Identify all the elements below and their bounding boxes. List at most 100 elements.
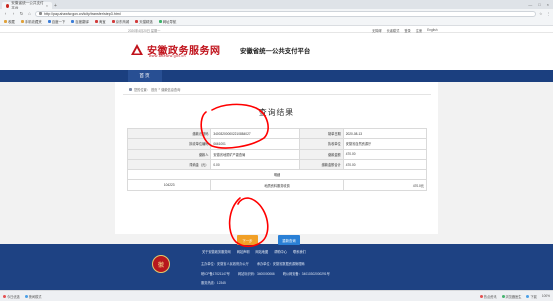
value-amount-total: 470.00 <box>342 158 428 171</box>
status-item-news[interactable]: 热点资讯 <box>479 294 497 299</box>
table-row: 滞纳金（元） 0.00 缴款金额合计 470.00 <box>126 158 428 171</box>
label-unit-name: 执收单位 <box>298 138 344 150</box>
minimize-icon[interactable]: — <box>528 2 532 7</box>
top-link-accessibility[interactable]: 无障碍 <box>372 28 382 33</box>
reload-icon[interactable]: ↻ <box>19 11 24 17</box>
table-row: 明细 <box>127 169 427 181</box>
table-row: 执收单位编码 0661001 执收单位 安徽省自然资源厅 <box>126 138 428 150</box>
translate-icon <box>71 20 75 23</box>
status-item-doctor[interactable]: 浏览器医生 <box>501 294 521 299</box>
web-page: 2020年4月20日 星期一 无障碍 长者模式 登录 注册 English 安徽… <box>0 26 553 290</box>
bookmark-item[interactable]: 京东商城 <box>111 19 129 24</box>
close-tab-icon[interactable]: × <box>46 4 48 8</box>
logo-text-en: www.ahzwfw.gov.cn <box>149 54 186 58</box>
browser-tab-bar: 安徽省统一公共支付平台 × + — □ × <box>0 0 553 10</box>
footer-links: 关于安徽政务服务网 网站声明 网站地图 帮助中心 联系我们 <box>202 249 306 254</box>
top-link-login[interactable]: 登录 <box>404 28 410 33</box>
back-icon[interactable]: ‹ <box>3 11 8 16</box>
brand-header: 安徽政务服务网 www.ahzwfw.gov.cn 安徽省统一公共支付平台 <box>0 33 553 70</box>
footer-link-contact[interactable]: 联系我们 <box>293 249 306 254</box>
forward-icon[interactable]: › <box>11 11 16 16</box>
browser-tab[interactable]: 安徽省统一公共支付平台 × <box>2 1 52 10</box>
status-item-night-mode[interactable]: 夜间模式 <box>24 294 42 299</box>
top-link-english[interactable]: English <box>427 28 437 33</box>
breadcrumb: 您的位置： 首页 > 缴款信息查询 <box>129 87 180 92</box>
bookmark-item[interactable]: 网址导航 <box>158 19 176 24</box>
value-payer: 安徽省地质矿产勘查局 <box>210 148 300 160</box>
site-footer: 关于安徽政务服务网 网站声明 网站地图 帮助中心 联系我们 徽 主办单位：安徽省… <box>0 244 553 290</box>
label-payer: 缴款人 <box>126 148 212 160</box>
footer-registration: 皖ICP备17021147号 网站标识码：3400000066 皖公网安备：34… <box>201 272 330 276</box>
top-date: 2020年4月20日 星期一 <box>128 28 161 33</box>
moon-icon <box>24 294 28 298</box>
value-payment-code: 340032000002210884027 <box>210 127 300 140</box>
browser-status-bar: 今日优选 夜间模式 热点资讯 浏览器医生 下载 100% <box>0 290 553 301</box>
maximize-icon[interactable]: □ <box>538 2 540 7</box>
footer-link-statement[interactable]: 网站声明 <box>237 249 250 254</box>
news-icon <box>479 294 483 298</box>
bookmark-star-icon[interactable]: ☆ <box>539 12 542 16</box>
label-unit-code: 执收单位编码 <box>126 138 212 150</box>
new-tab-button[interactable]: + <box>52 2 59 9</box>
close-window-icon[interactable]: × <box>547 2 549 7</box>
status-item-download[interactable]: 下载 <box>526 294 537 299</box>
home-icon[interactable]: ⌂ <box>27 11 32 16</box>
result-title: 查询结果 <box>258 108 295 117</box>
footer-link-sitemap[interactable]: 网站地图 <box>255 249 268 254</box>
detail-item-name: 地质资料服务收费 <box>210 179 344 191</box>
url-field[interactable]: http://pay.ahzwfw.gov.cn/icity/transfer/… <box>35 10 537 17</box>
today-icon <box>3 294 6 298</box>
detail-item-code: 104223 <box>126 179 212 191</box>
bookmark-item[interactable]: 收藏 <box>4 19 15 24</box>
top-strip: 2020年4月20日 星期一 无障碍 长者模式 登录 注册 English <box>0 26 553 33</box>
doctor-icon <box>501 294 505 298</box>
label-amount-total: 缴款金额合计 <box>298 158 344 171</box>
value-late-fee: 0.00 <box>210 158 300 171</box>
table-row: 缴款人 安徽省地质矿产勘查局 缴款金额 470.00 <box>126 148 428 160</box>
bookmark-item[interactable]: 百度一下 <box>47 19 65 24</box>
footer-link-about[interactable]: 关于安徽政务服务网 <box>202 249 231 254</box>
label-payment-code: 缴款识别码 <box>126 127 212 140</box>
location-icon <box>129 87 132 91</box>
status-item-today[interactable]: 今日优选 <box>3 294 20 299</box>
breadcrumb-separator: > <box>158 87 161 91</box>
address-bar-row: ‹ › ↻ ⌂ http://pay.ahzwfw.gov.cn/icity/t… <box>0 9 553 18</box>
nav-home-tab[interactable]: 首页 <box>128 70 162 82</box>
folder-icon <box>20 20 24 23</box>
value-unit-code: 0661001 <box>210 138 300 150</box>
breadcrumb-current: 缴款信息查询 <box>161 88 181 92</box>
top-links: 无障碍 长者模式 登录 注册 English <box>372 28 438 33</box>
platform-title: 安徽省统一公共支付平台 <box>240 48 311 55</box>
next-step-button[interactable]: 下一步 <box>237 235 258 245</box>
bookmark-item[interactable]: 百度翻译 <box>71 19 89 24</box>
footer-link-help[interactable]: 帮助中心 <box>274 249 287 254</box>
bookmark-item[interactable]: 淘宝 <box>94 19 106 24</box>
site-info-icon[interactable] <box>39 12 42 15</box>
government-emblem-icon: 徽 <box>152 255 170 273</box>
top-link-elder-mode[interactable]: 长者模式 <box>387 28 400 33</box>
result-table: 缴款识别码 340032000002210884027 制单日期 2020-08… <box>126 127 428 191</box>
taobao-icon <box>94 20 98 23</box>
bookmark-item[interactable]: 手机收藏夹 <box>20 19 42 24</box>
breadcrumb-home-link[interactable]: 首页 <box>151 87 157 92</box>
menu-icon[interactable]: ⋮ <box>546 12 550 16</box>
site-logo-icon[interactable] <box>130 43 144 57</box>
table-row: 缴款识别码 340032000002210884027 制单日期 2020-08… <box>126 127 428 140</box>
label-late-fee: 滞纳金（元） <box>126 158 212 171</box>
zoom-level[interactable]: 100% <box>542 294 550 298</box>
main-nav: 首页 <box>0 70 553 82</box>
tmall-icon <box>135 20 139 23</box>
jd-icon <box>111 20 115 23</box>
footer-hotline: 服务热线：12345 <box>201 281 226 285</box>
site-favicon-icon <box>6 3 10 8</box>
baidu-icon <box>47 20 51 23</box>
top-link-register[interactable]: 注册 <box>416 28 422 33</box>
nav-site-icon <box>158 20 162 23</box>
window-controls: — □ × <box>528 2 553 7</box>
label-bill-date: 制单日期 <box>298 127 344 140</box>
star-folder-icon <box>4 20 7 23</box>
bookmark-item[interactable]: 天猫精选 <box>135 19 153 24</box>
detail-header: 明细 <box>127 169 427 181</box>
requery-button[interactable]: 重新查询 <box>278 235 300 245</box>
footer-sponsor: 主办单位：安徽省人民政府办公厅 承办单位：安徽省数据资源管理局 <box>201 262 305 266</box>
